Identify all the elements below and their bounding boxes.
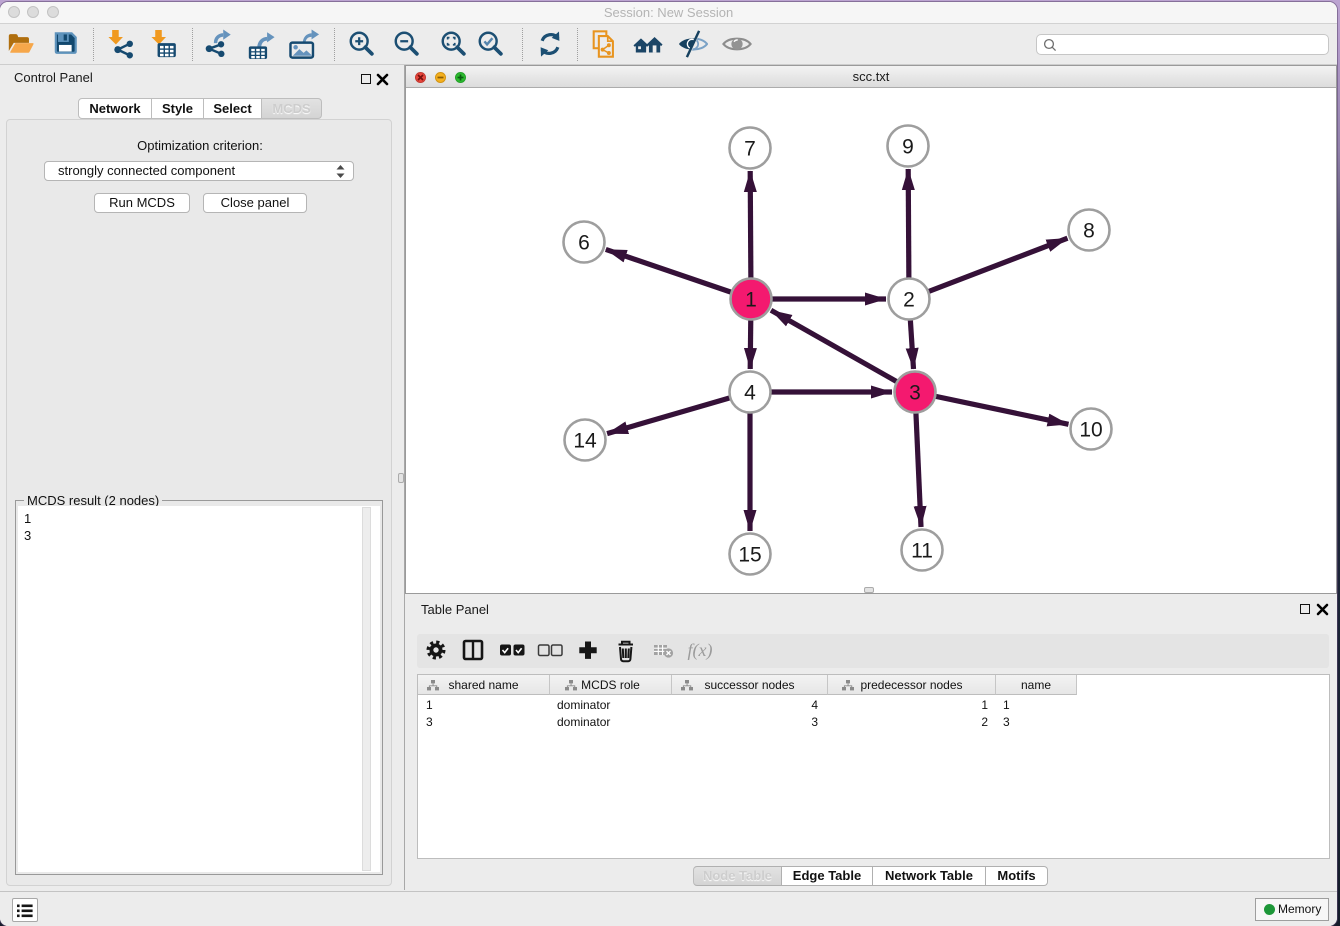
svg-text:2: 2 [903, 289, 915, 312]
svg-text:f(x): f(x) [688, 640, 713, 661]
svg-text:4: 4 [744, 382, 756, 405]
svg-text:15: 15 [738, 544, 761, 567]
svg-text:9: 9 [902, 136, 914, 159]
svg-text:14: 14 [573, 430, 597, 453]
svg-text:7: 7 [744, 138, 756, 161]
svg-text:8: 8 [1083, 220, 1095, 243]
svg-text:1: 1 [745, 289, 757, 312]
svg-text:10: 10 [1079, 419, 1102, 442]
svg-text:11: 11 [911, 540, 933, 563]
svg-text:3: 3 [909, 382, 921, 405]
svg-text:6: 6 [578, 232, 590, 255]
